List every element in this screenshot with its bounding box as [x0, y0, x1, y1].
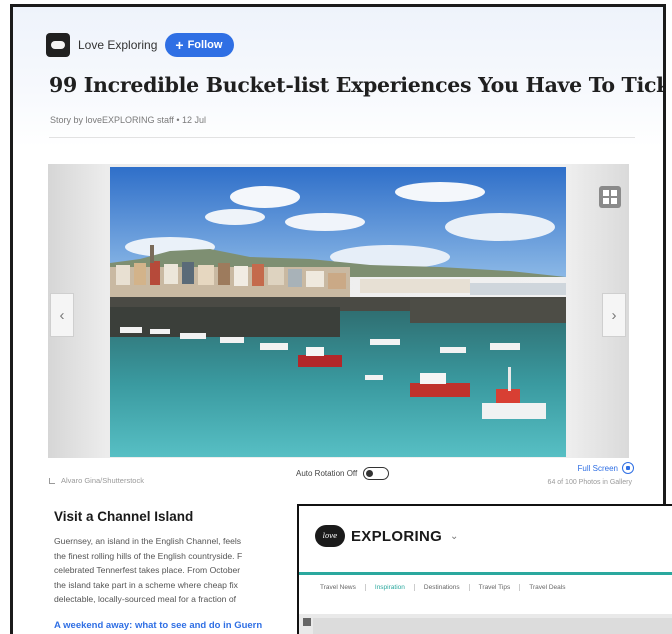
publisher-name[interactable]: Love Exploring: [78, 38, 157, 52]
full-screen-button[interactable]: Full Screen: [578, 462, 634, 474]
follow-button[interactable]: + Follow: [165, 33, 235, 57]
section-body: Guernsey, an island in the English Chann…: [54, 534, 314, 607]
nav-item-inspiration[interactable]: Inspiration: [366, 584, 415, 591]
photo-credit-text: Alvaro Gina/Shutterstock: [61, 476, 144, 485]
follow-label: Follow: [187, 39, 223, 51]
body-line: the finest rolling hills of the English …: [54, 550, 243, 561]
plus-icon: +: [175, 37, 184, 53]
nav-item-travel-deals[interactable]: Travel Deals: [520, 584, 574, 591]
nav-item-travel-tips[interactable]: Travel Tips: [470, 584, 521, 591]
site-brand: EXPLORING: [351, 527, 443, 545]
body-line: celebrated Tennerfest takes place. From …: [54, 565, 241, 576]
auto-rotation-label: Auto Rotation Off: [296, 469, 358, 478]
photo-counter: 64 of 100 Photos in Gallery: [547, 479, 632, 486]
chevron-left-icon: ‹: [59, 306, 65, 324]
corner-icon: [49, 477, 55, 484]
grid-view-icon[interactable]: [599, 186, 621, 208]
section-heading: Visit a Channel Island: [54, 509, 194, 524]
chevron-right-icon: ›: [611, 306, 617, 324]
auto-rotation-control[interactable]: Auto Rotation Off: [296, 467, 390, 480]
body-line: Guernsey, an island in the English Chann…: [54, 536, 242, 546]
strip-square-icon: [303, 618, 311, 626]
gallery-next-button[interactable]: ›: [602, 293, 626, 337]
content-strip: [299, 614, 672, 634]
exploring-site-overlay: love EXPLORING ⌄ Travel News Inspiration…: [297, 504, 672, 634]
body-line: the island take part in a scheme where c…: [54, 579, 238, 590]
full-screen-label: Full Screen: [577, 463, 618, 473]
nav-accent-bar: [299, 572, 672, 575]
nav-item-travel-news[interactable]: Travel News: [311, 584, 366, 591]
chevron-down-icon[interactable]: ⌄: [450, 531, 458, 542]
site-nav: Travel News Inspiration Destinations Tra…: [311, 584, 574, 591]
divider: [49, 137, 635, 138]
nav-item-destinations[interactable]: Destinations: [415, 584, 470, 591]
auto-rotation-toggle[interactable]: [363, 467, 390, 480]
harbour-image: [110, 167, 566, 457]
photo-gallery: ‹ ›: [48, 164, 629, 458]
gallery-photo[interactable]: [110, 167, 566, 457]
article-byline: Story by loveEXPLORING staff • 12 Jul: [50, 115, 207, 125]
weekend-away-link[interactable]: A weekend away: what to see and do in Gu…: [54, 620, 262, 631]
photo-credit: Alvaro Gina/Shutterstock: [49, 476, 144, 485]
publisher-logo[interactable]: [46, 33, 70, 57]
article-title: 99 Incredible Bucket-list Experiences Yo…: [49, 73, 666, 97]
site-logo-row[interactable]: love EXPLORING ⌄: [315, 525, 458, 547]
gallery-prev-button[interactable]: ‹: [50, 293, 74, 337]
photo-meta: Alvaro Gina/Shutterstock Auto Rotation O…: [49, 462, 634, 492]
expand-icon: [622, 462, 634, 474]
strip-bar: [313, 618, 672, 634]
body-line: delectable, locally-sourced meal for a f…: [54, 594, 236, 605]
publisher-row: Love Exploring + Follow: [46, 33, 235, 57]
love-logo-icon: love: [315, 525, 345, 547]
